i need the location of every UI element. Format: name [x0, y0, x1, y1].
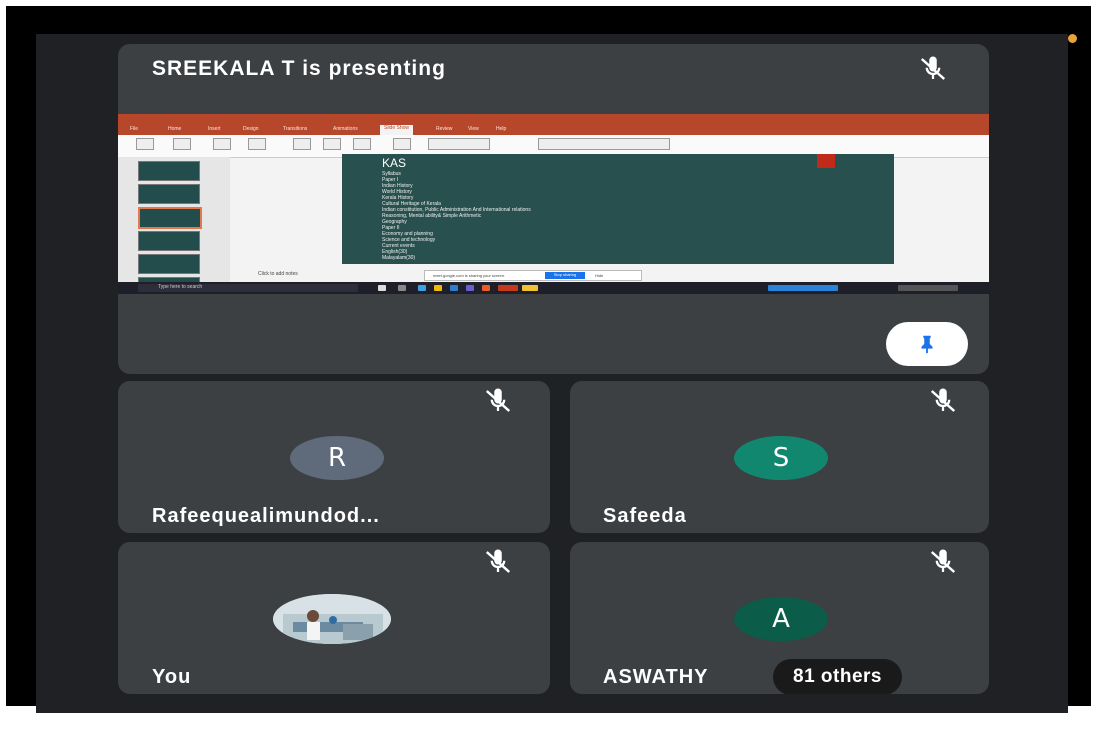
participant-tile[interactable]: A ASWATHY 81 others — [570, 542, 989, 694]
others-count-badge[interactable]: 81 others — [773, 659, 902, 694]
avatar: A — [734, 597, 828, 641]
pin-icon — [921, 335, 933, 354]
tab-design: Design — [243, 126, 259, 132]
presenter-title: SREEKALA T is presenting — [152, 57, 446, 80]
shared-screen: File Home Insert Design Transitions Anim… — [118, 114, 989, 294]
mic-off-icon — [485, 388, 511, 412]
powerpoint-titlebar — [118, 114, 989, 125]
tab-review: Review — [436, 126, 453, 132]
mic-off-icon — [930, 549, 956, 573]
slide-thumbnails — [118, 157, 230, 287]
mic-off-icon — [485, 549, 511, 573]
windows-taskbar: Type here to search — [118, 282, 989, 294]
tab-home: Home — [168, 126, 182, 132]
tab-transitions: Transitions — [283, 126, 308, 132]
share-notice: meet.google.com is sharing your screen. — [433, 273, 506, 278]
meet-stage: SREEKALA T is presenting File Home Inser… — [36, 34, 1068, 713]
pin-button[interactable] — [886, 322, 968, 366]
tab-view: View — [468, 126, 479, 132]
tab-insert: Insert — [208, 126, 221, 132]
avatar: R — [290, 436, 384, 480]
participant-name: You — [152, 666, 192, 688]
mic-off-icon — [920, 56, 946, 80]
tab-slide-show: Slide Show — [380, 125, 414, 135]
profile-photo — [273, 594, 391, 644]
stop-sharing-button: Stop sharing — [545, 272, 585, 279]
presentation-tile[interactable]: SREEKALA T is presenting File Home Inser… — [118, 44, 989, 374]
participant-name: Rafeequealimundod... — [152, 505, 380, 527]
status-dot — [1068, 34, 1077, 43]
taskbar-search: Type here to search — [138, 284, 358, 292]
self-tile[interactable]: You — [118, 542, 550, 694]
notes-placeholder: Click to add notes — [258, 271, 298, 277]
app-frame: SREEKALA T is presenting File Home Inser… — [6, 6, 1091, 713]
participant-name: ASWATHY — [603, 666, 709, 688]
hide-button: Hide — [595, 273, 604, 278]
avatar: S — [734, 436, 828, 480]
tab-animations: Animations — [333, 126, 358, 132]
mic-off-icon — [930, 388, 956, 412]
slide-title: KAS — [382, 156, 407, 170]
screen-share-bar: meet.google.com is sharing your screen. … — [424, 270, 642, 281]
participant-tile[interactable]: R Rafeequealimundod... — [118, 381, 550, 533]
participant-tile[interactable]: S Safeeda — [570, 381, 989, 533]
current-slide: KAS Syllabus Paper I Indian History Worl… — [342, 154, 894, 264]
slide-line: Malayalam(30) — [382, 255, 416, 261]
tab-help: Help — [496, 126, 507, 132]
participant-name: Safeeda — [603, 505, 687, 527]
powerpoint-tabs: File Home Insert Design Transitions Anim… — [118, 125, 989, 135]
tab-file: File — [130, 126, 139, 132]
